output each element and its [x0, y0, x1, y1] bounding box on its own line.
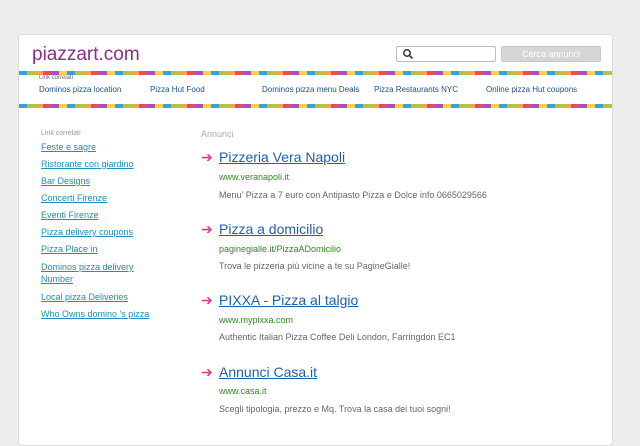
topnav-item-pizza-restaurants[interactable]: Pizza Restaurants NYC [374, 85, 458, 94]
topnav-item-pizza-hut-food[interactable]: Pizza Hut Food [150, 85, 205, 94]
topnav-item-pizza-hut-coupons[interactable]: Online pizza Hut coupons [486, 85, 577, 94]
ad-url[interactable]: paginegialle.it/PizzaADomicilio [219, 244, 341, 254]
arrow-icon: ➔ [201, 149, 213, 165]
search-input[interactable] [396, 46, 496, 62]
search-button[interactable]: Cerca annunci [501, 46, 601, 62]
sidebar-label: Link correlati [41, 130, 81, 137]
ad-url[interactable]: www.veranapoli.it [219, 172, 289, 182]
ad-title[interactable]: Annunci Casa.it [219, 364, 317, 380]
sidebar-link[interactable]: Local pizza Deliveries [41, 291, 151, 303]
top-stripe [19, 71, 612, 75]
sidebar-link[interactable]: Concerti Firenze [41, 192, 151, 204]
sidebar-link[interactable]: Pizza delivery coupons [41, 226, 151, 238]
arrow-icon: ➔ [201, 292, 213, 308]
topnav-item-dominos-menu[interactable]: Dominos pizza menu Deals [262, 85, 359, 94]
ad-url[interactable]: www.casa.it [219, 386, 267, 396]
sidebar-link[interactable]: Ristorante con giardino [41, 158, 151, 170]
bottom-stripe [19, 104, 612, 108]
ad-title[interactable]: Pizzeria Vera Napoli [219, 149, 345, 165]
sidebar-link[interactable]: Bar Designs [41, 175, 151, 187]
topnav-label: Link correlati [39, 75, 74, 81]
search-icon [403, 49, 414, 60]
arrow-icon: ➔ [201, 221, 213, 237]
site-title[interactable]: piazzart.com [32, 44, 140, 66]
sidebar-link[interactable]: Eventi Firenze [41, 209, 151, 221]
arrow-icon: ➔ [201, 364, 213, 380]
sidebar-link[interactable]: Who Owns domino 's pizza [41, 308, 151, 320]
topnav-item-dominos-location[interactable]: Dominos pizza location [39, 85, 121, 94]
sidebar-link[interactable]: Pizza Place in [41, 243, 151, 255]
ad-description: Menu' Pizza a 7 euro con Antipasto Pizza… [219, 190, 487, 200]
ad-description: Trova le pizzeria più vicine a te su Pag… [219, 261, 411, 271]
sidebar-link[interactable]: Feste e sagre [41, 141, 151, 153]
ad-description: Authentic Italian Pizza Coffee Deli Lond… [219, 332, 456, 342]
ads-label: Annunci [201, 129, 234, 139]
ad-title[interactable]: PIXXA - Pizza al talgio [219, 292, 358, 308]
ad-title[interactable]: Pizza a domicilio [219, 221, 323, 237]
ad-url[interactable]: www.mypixxa.com [219, 315, 293, 325]
ad-description: Scegli tipologia, prezzo e Mq. Trova la … [219, 404, 451, 414]
sidebar-link[interactable]: Dominos pizza delivery Number [41, 261, 151, 285]
page-container: piazzart.com Cerca annunci Link correlat… [18, 34, 613, 446]
